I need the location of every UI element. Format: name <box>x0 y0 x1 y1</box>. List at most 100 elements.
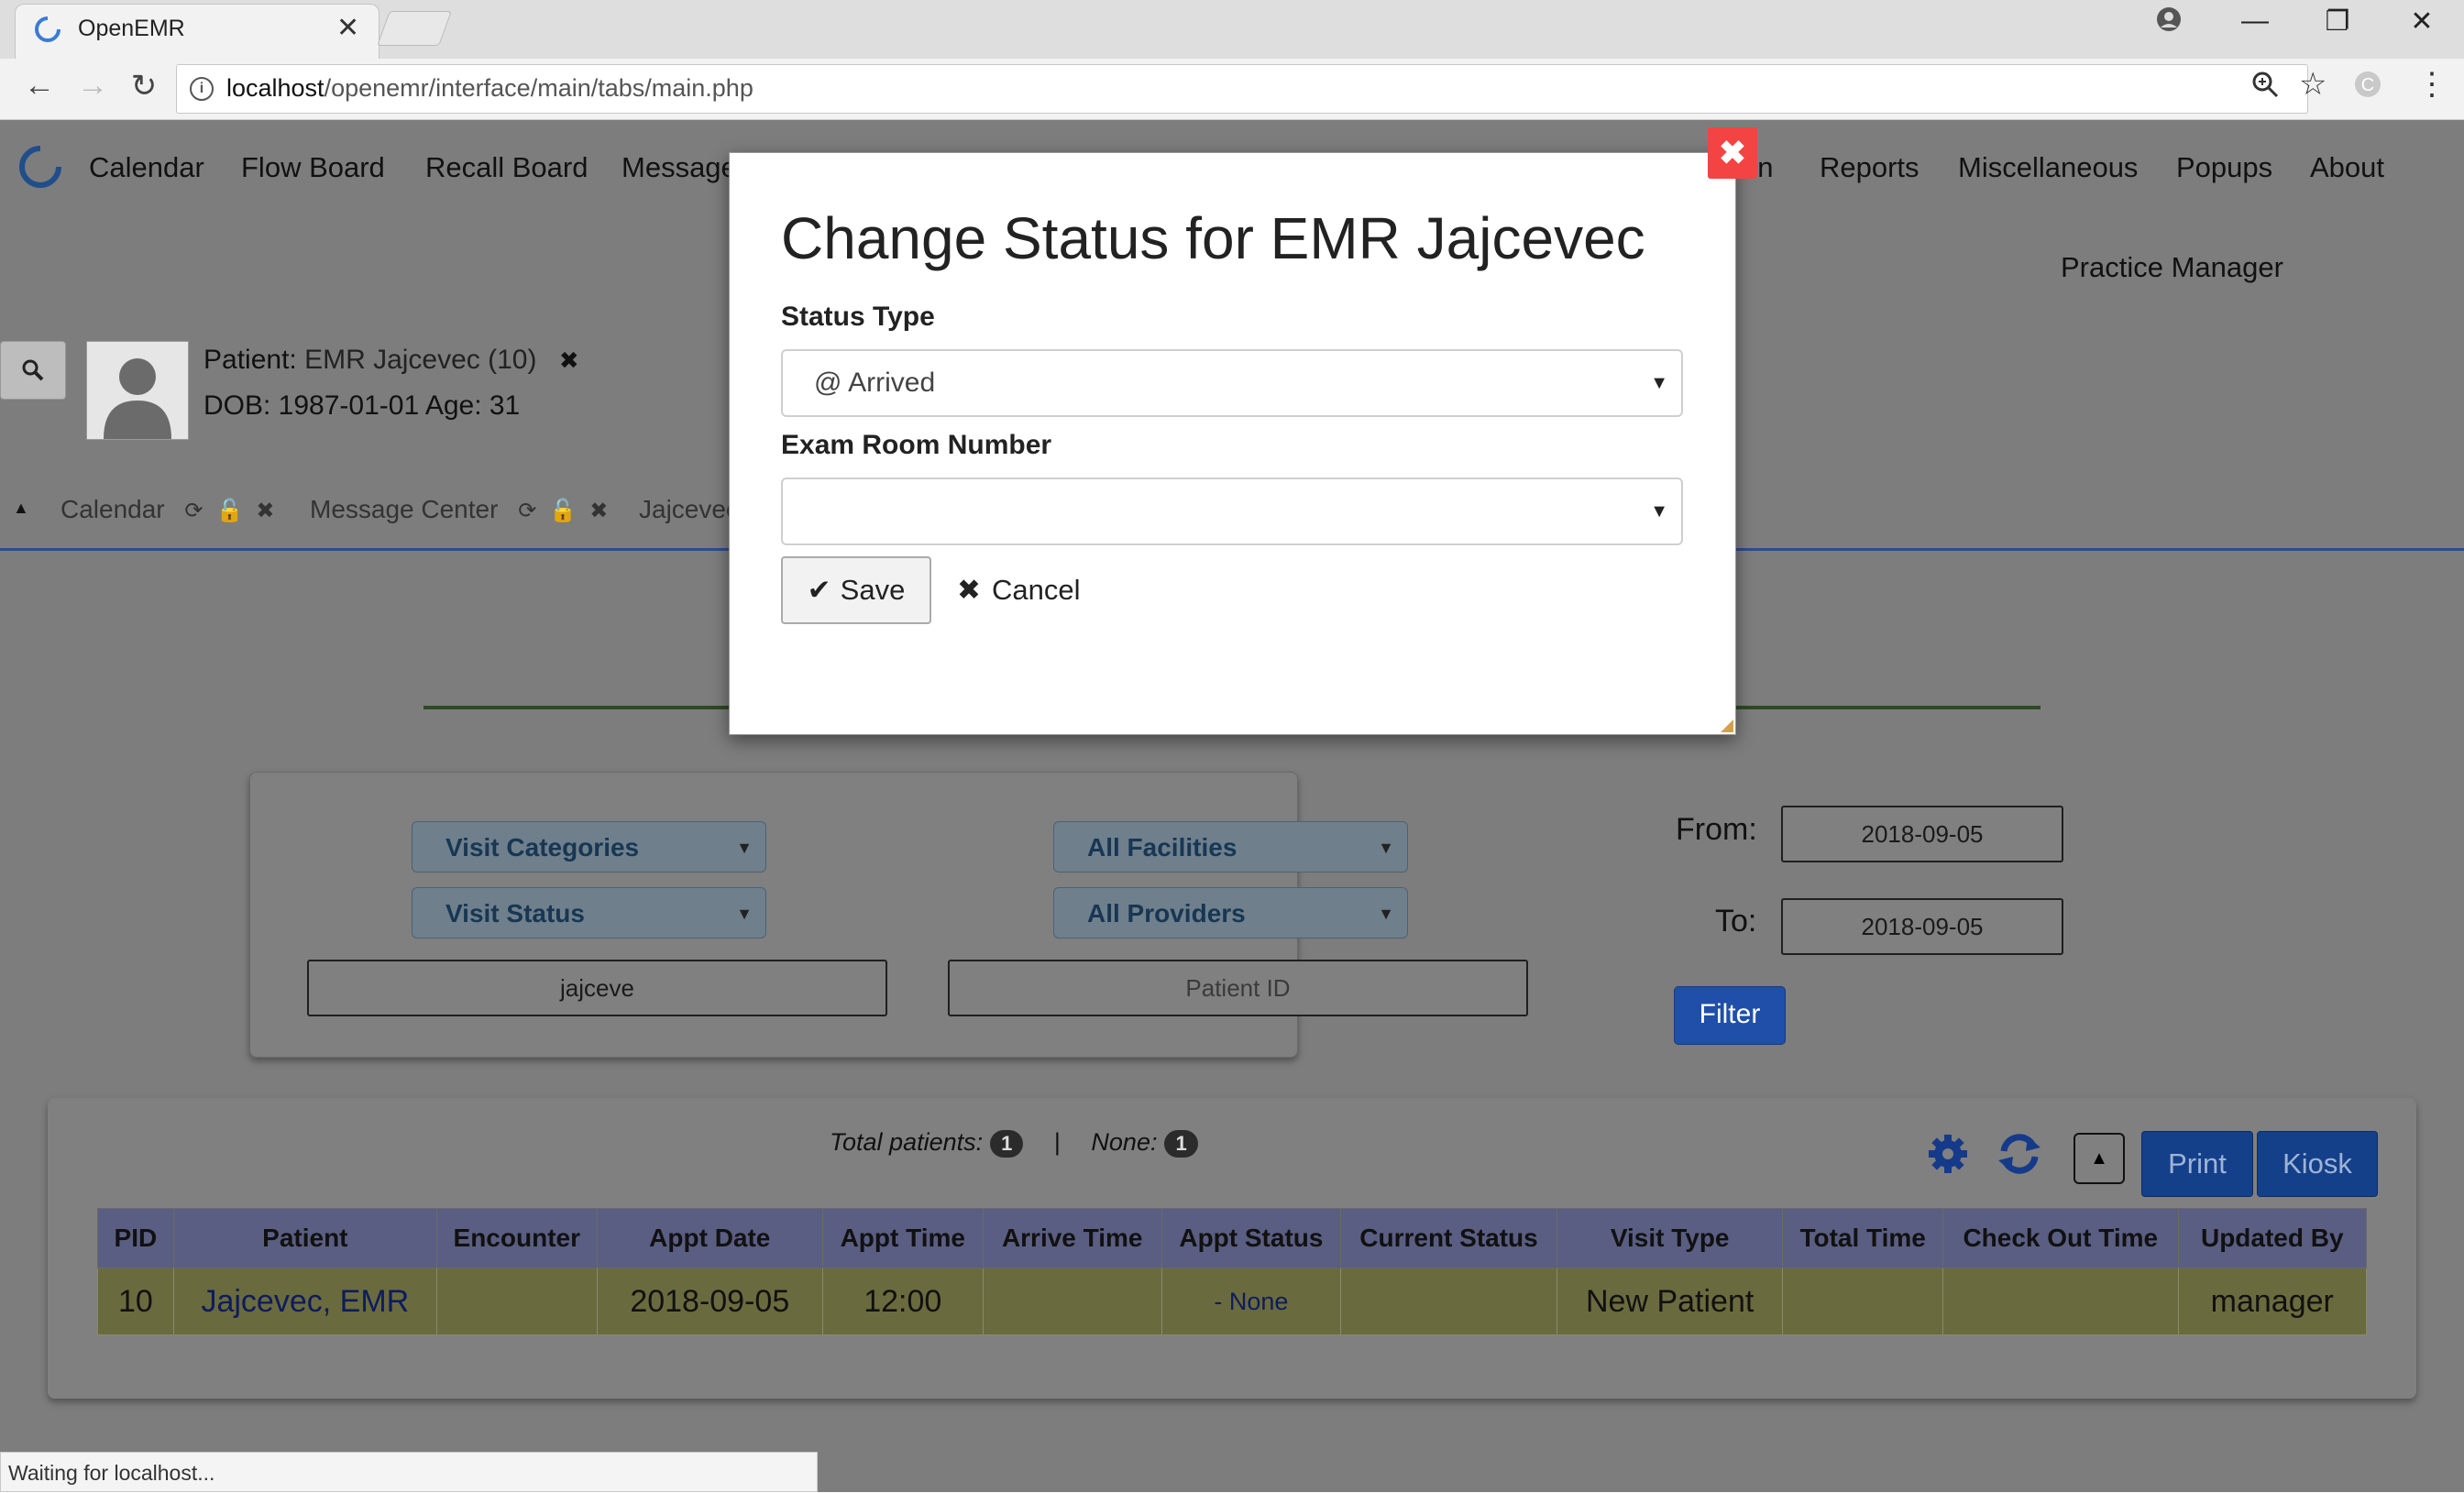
col-pid[interactable]: PID <box>97 1208 174 1268</box>
collapse-filters-button[interactable]: ▲ <box>2074 1133 2125 1184</box>
refresh-icon[interactable] <box>1995 1129 2044 1179</box>
visit-status-dropdown[interactable]: Visit Status ▼ <box>412 887 766 939</box>
menu-about[interactable]: About <box>2310 151 2384 184</box>
tab-action-icons[interactable]: ⟳🔓✖ <box>184 499 287 523</box>
dialog-close-icon[interactable]: ✖ <box>1708 127 1757 179</box>
user-menu[interactable]: Practice Manager <box>2061 251 2283 284</box>
tab-action-icons[interactable]: ⟳🔓✖ <box>518 499 621 523</box>
patient-name[interactable]: EMR Jajcevec (10) <box>304 345 536 375</box>
forward-icon[interactable]: → <box>70 68 116 104</box>
patient-label: Patient: <box>204 345 297 375</box>
site-info-icon[interactable]: i <box>190 77 214 101</box>
patient-name-line: Patient: EMR Jajcevec (10) ✖ <box>204 345 579 376</box>
checkmark-icon: ✔ <box>807 574 831 606</box>
back-icon[interactable]: ← <box>16 68 62 104</box>
menu-flow-board[interactable]: Flow Board <box>241 151 385 184</box>
app-tab-label: Calendar <box>60 495 165 523</box>
facilities-dropdown[interactable]: All Facilities ▼ <box>1053 821 1408 873</box>
status-type-select[interactable]: @ Arrived ▼ <box>781 349 1683 417</box>
from-date-input[interactable]: 2018-09-05 <box>1781 806 2063 862</box>
col-check-out-time[interactable]: Check Out Time <box>1942 1208 2179 1268</box>
cell-total-time <box>1782 1268 1944 1335</box>
col-total-time[interactable]: Total Time <box>1782 1208 1944 1268</box>
reload-icon[interactable]: ↻ <box>121 68 167 104</box>
svg-text:C: C <box>2361 75 2374 95</box>
cell-visit-type: New Patient <box>1556 1268 1784 1335</box>
col-encounter[interactable]: Encounter <box>435 1208 598 1268</box>
app-tab-calendar[interactable]: Calendar ⟳🔓✖ <box>60 495 288 524</box>
chevron-down-icon: ▼ <box>1378 905 1394 923</box>
extension-icon[interactable]: C <box>2353 70 2382 104</box>
openemr-logo-icon[interactable] <box>18 145 62 193</box>
close-patient-icon[interactable]: ✖ <box>559 346 579 374</box>
cell-check-out-time <box>1942 1268 2179 1335</box>
patient-totals: Total patients: 1 | None: 1 <box>830 1128 1198 1158</box>
patient-search-button[interactable] <box>0 341 66 400</box>
chevron-down-icon: ▼ <box>1650 501 1668 521</box>
exam-room-label: Exam Room Number <box>781 430 1052 460</box>
collapse-tabs-icon[interactable]: ▲ <box>13 499 29 518</box>
minimize-icon[interactable]: — <box>2237 5 2273 37</box>
profile-icon[interactable] <box>2150 5 2187 40</box>
exam-room-select[interactable]: ▼ <box>781 478 1683 545</box>
col-appt-time[interactable]: Appt Time <box>821 1208 984 1268</box>
visit-categories-dropdown[interactable]: Visit Categories ▼ <box>412 821 766 873</box>
menu-reports[interactable]: Reports <box>1820 151 1920 184</box>
tab-close-icon[interactable]: ✕ <box>336 12 359 44</box>
zoom-icon[interactable] <box>2250 70 2280 104</box>
total-count-badge: 1 <box>990 1130 1024 1158</box>
openemr-favicon-icon <box>35 16 60 42</box>
cell-arrive-time <box>982 1268 1162 1335</box>
menu-recall-board[interactable]: Recall Board <box>425 151 588 184</box>
menu-messages[interactable]: Message <box>622 151 737 184</box>
app-tab-label: Message Center <box>310 495 499 523</box>
cell-encounter <box>435 1268 598 1335</box>
menu-popups[interactable]: Popups <box>2176 151 2272 184</box>
browser-tab-title: OpenEMR <box>78 16 185 41</box>
cell-current-status <box>1339 1268 1558 1335</box>
table-header-row: PID Patient Encounter Appt Date Appt Tim… <box>97 1208 2368 1268</box>
resize-handle[interactable] <box>1721 719 1733 732</box>
table-row[interactable]: 10 Jajcevec, EMR 2018-09-05 12:00 - None… <box>97 1268 2368 1335</box>
from-label: From: <box>1676 812 1757 847</box>
window-close-icon[interactable]: ✕ <box>2404 5 2440 38</box>
providers-dropdown[interactable]: All Providers ▼ <box>1053 887 1408 939</box>
browser-menu-icon[interactable]: ⋮ <box>2416 66 2448 103</box>
cell-appt-date: 2018-09-05 <box>596 1268 823 1335</box>
browser-tab[interactable]: OpenEMR ✕ <box>15 4 380 60</box>
print-button[interactable]: Print <box>2141 1131 2253 1197</box>
col-appt-date[interactable]: Appt Date <box>596 1208 823 1268</box>
app-tab-message-center[interactable]: Message Center ⟳🔓✖ <box>310 495 621 524</box>
app-tab-patient[interactable]: Jajcevec <box>639 495 739 524</box>
status-type-label: Status Type <box>781 302 935 332</box>
restore-icon[interactable]: ❐ <box>2319 5 2356 38</box>
cell-patient-link[interactable]: Jajcevec, EMR <box>172 1268 437 1335</box>
kiosk-button[interactable]: Kiosk <box>2257 1131 2378 1197</box>
save-button[interactable]: ✔ Save <box>781 556 931 624</box>
cell-appt-status-link[interactable]: - None <box>1160 1268 1341 1335</box>
to-date-input[interactable]: 2018-09-05 <box>1781 898 2063 955</box>
chevron-down-icon: ▼ <box>1650 373 1668 393</box>
patient-avatar <box>86 341 189 440</box>
cancel-button[interactable]: ✖ Cancel <box>957 556 1080 624</box>
new-tab-button[interactable] <box>377 11 452 46</box>
col-visit-type[interactable]: Visit Type <box>1556 1208 1784 1268</box>
bookmark-star-icon[interactable]: ☆ <box>2299 66 2326 103</box>
patient-id-input[interactable]: Patient ID <box>948 960 1528 1016</box>
filter-button[interactable]: Filter <box>1674 986 1786 1045</box>
x-icon: ✖ <box>957 574 981 606</box>
change-status-dialog: Change Status for EMR Jajcevec Status Ty… <box>729 152 1736 735</box>
col-arrive-time[interactable]: Arrive Time <box>982 1208 1162 1268</box>
chevron-down-icon: ▼ <box>736 839 753 857</box>
dialog-title: Change Status for EMR Jajcevec <box>781 205 1645 271</box>
col-patient[interactable]: Patient <box>172 1208 437 1268</box>
menu-calendar[interactable]: Calendar <box>89 151 204 184</box>
col-current-status[interactable]: Current Status <box>1339 1208 1558 1268</box>
settings-gear-icon[interactable] <box>1923 1129 1973 1179</box>
patient-name-search-input[interactable]: jajceve <box>307 960 887 1016</box>
address-bar[interactable]: i localhost/openemr/interface/main/tabs/… <box>176 64 2308 114</box>
col-appt-status[interactable]: Appt Status <box>1160 1208 1341 1268</box>
app-tab-label: Jajcevec <box>639 495 739 523</box>
menu-miscellaneous[interactable]: Miscellaneous <box>1958 151 2138 184</box>
col-updated-by[interactable]: Updated By <box>2177 1208 2368 1268</box>
